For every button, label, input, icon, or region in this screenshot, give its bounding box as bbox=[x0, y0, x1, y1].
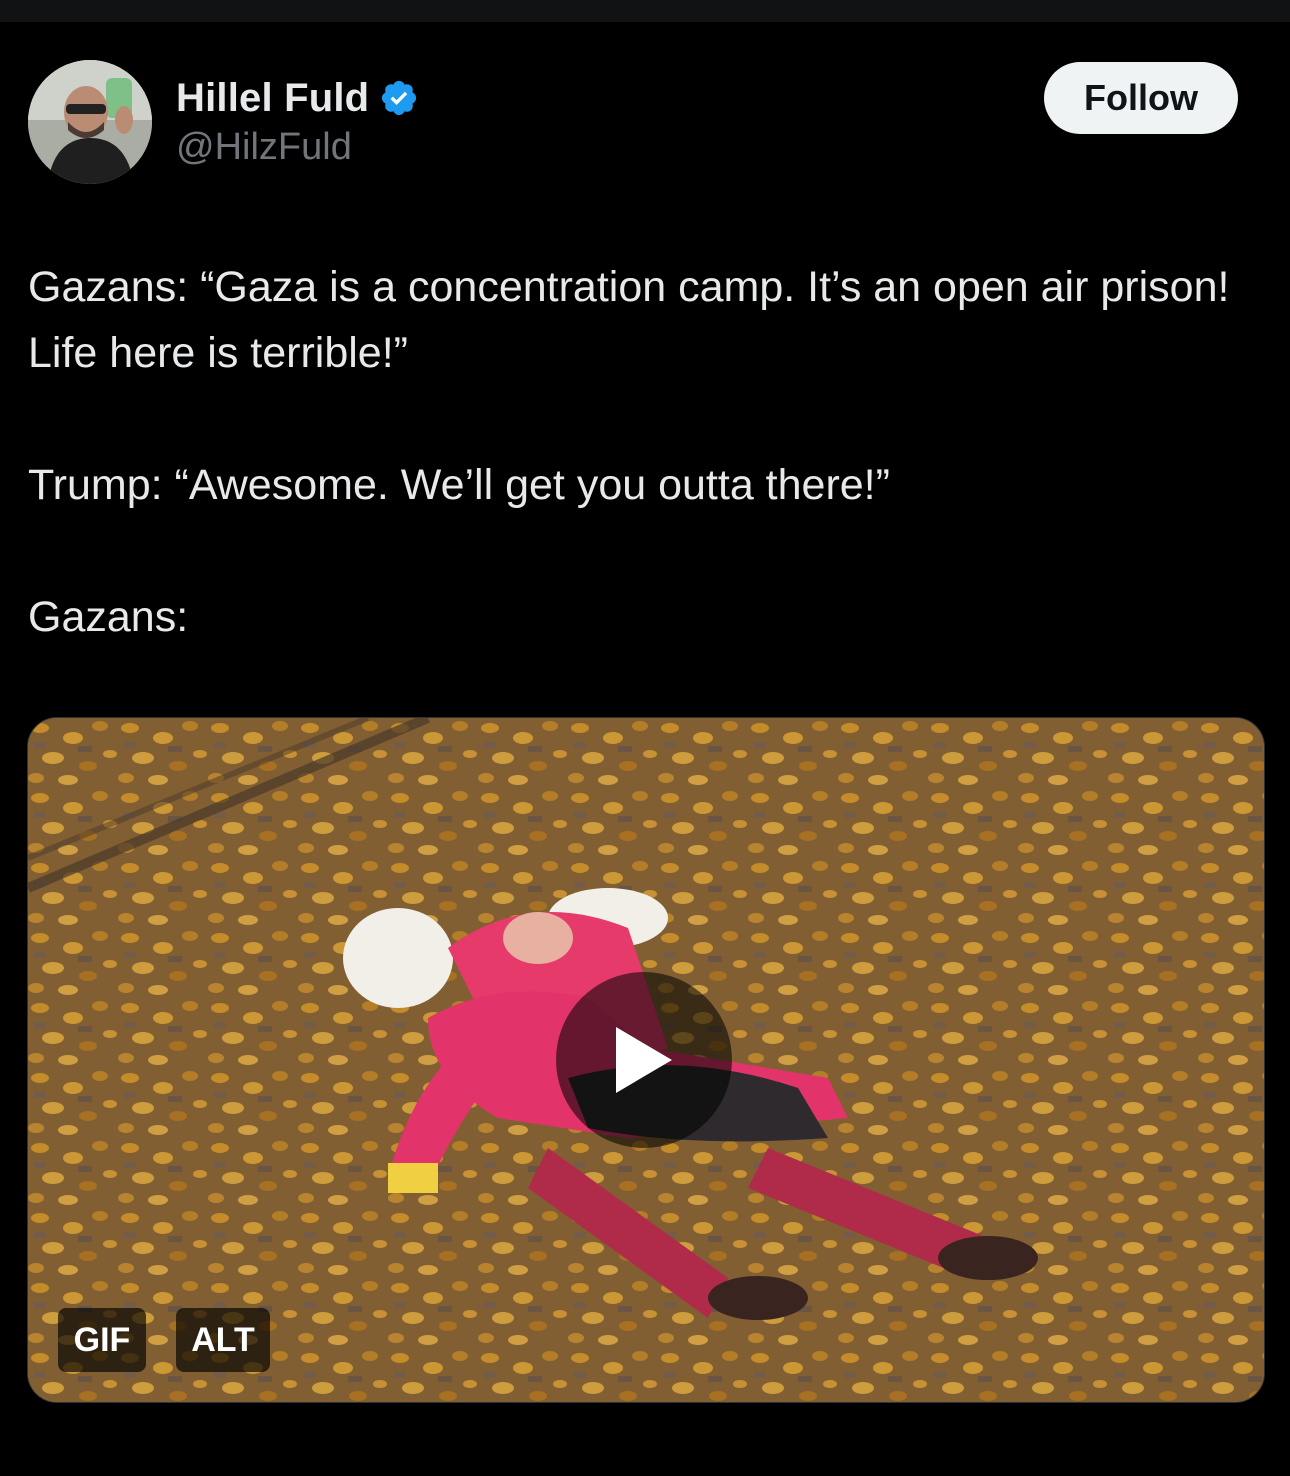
play-icon bbox=[616, 1027, 672, 1093]
author-name-row[interactable]: Hillel Fuld bbox=[176, 74, 419, 122]
alt-text-button[interactable]: ALT bbox=[176, 1308, 270, 1372]
tweet-text: Gazans: “Gaza is a concentration camp. I… bbox=[28, 254, 1268, 650]
tweet-paragraph: Gazans: “Gaza is a concentration camp. I… bbox=[28, 263, 1230, 377]
avatar[interactable] bbox=[28, 60, 152, 184]
gif-badge: GIF bbox=[58, 1308, 146, 1372]
tweet-paragraph: Gazans: bbox=[28, 593, 189, 641]
media-gif[interactable]: GIF ALT bbox=[27, 717, 1265, 1403]
play-button[interactable] bbox=[556, 972, 732, 1148]
author-display-name[interactable]: Hillel Fuld bbox=[176, 76, 369, 121]
follow-button[interactable]: Follow bbox=[1044, 62, 1238, 134]
avatar-image bbox=[28, 60, 152, 184]
author-handle[interactable]: @HilzFuld bbox=[176, 126, 352, 169]
status-bar bbox=[0, 0, 1290, 22]
tweet-paragraph: Trump: “Awesome. We’ll get you outta the… bbox=[28, 461, 890, 509]
verified-badge-icon bbox=[382, 80, 417, 116]
